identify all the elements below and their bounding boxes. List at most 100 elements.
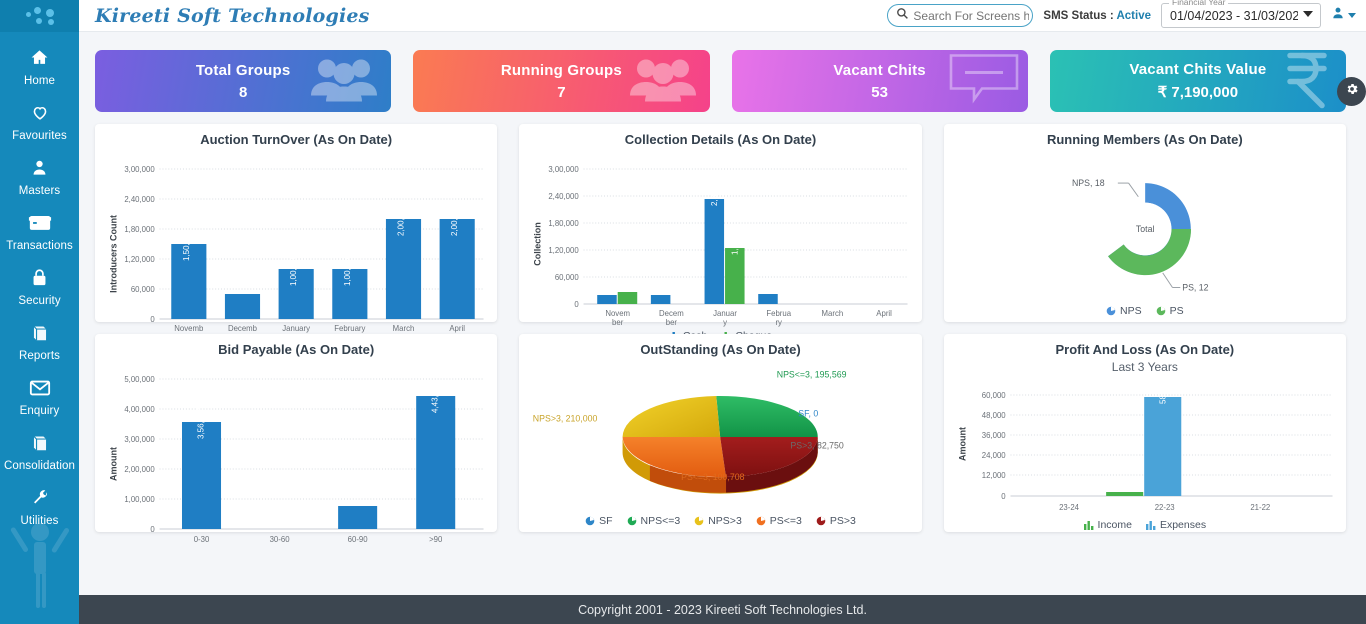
bar-legend-icon	[1146, 521, 1156, 530]
sidebar-item-label: Reports	[19, 350, 60, 362]
legend-item[interactable]: SF	[585, 515, 612, 527]
legend-label: SF	[599, 515, 612, 527]
kpi-card-vacant-chits-value[interactable]: Vacant Chits Value ₹ 7,190,000	[1050, 50, 1346, 112]
pie-annotation: SF, 0	[799, 408, 819, 418]
legend-item[interactable]: PS	[1156, 305, 1184, 317]
settings-gear-button[interactable]	[1337, 77, 1366, 106]
svg-text:0: 0	[1001, 492, 1006, 501]
svg-text:January: January	[282, 324, 310, 333]
chart-title: Collection Details (As On Date)	[525, 132, 915, 147]
svg-text:60,000: 60,000	[555, 273, 579, 282]
pie-annotation: NPS<=3, 195,569	[777, 369, 847, 379]
svg-text:1,23,400: 1,23,400	[731, 223, 740, 255]
legend-label: Expenses	[1160, 519, 1206, 531]
book-icon	[2, 322, 77, 344]
legend-label: PS<=3	[770, 515, 802, 527]
legend-label: PS>3	[830, 515, 856, 527]
sidebar-item-home[interactable]: Home	[0, 40, 79, 95]
sidebar-item-label: Enquiry	[20, 405, 60, 417]
pie-legend-icon	[1106, 306, 1116, 316]
search-input[interactable]	[913, 9, 1029, 23]
sidebar-item-reports[interactable]: Reports	[0, 315, 79, 370]
svg-text:1,00,000: 1,00,000	[289, 254, 298, 286]
svg-text:y: y	[723, 318, 727, 327]
legend-item[interactable]: Income	[1084, 519, 1132, 531]
svg-text:36,000: 36,000	[981, 431, 1005, 440]
app-logo[interactable]	[0, 0, 79, 32]
svg-text:Novemb: Novemb	[174, 324, 204, 333]
sidebar-item-label: Favourites	[12, 130, 67, 142]
legend-item[interactable]: NPS<=3	[627, 515, 681, 527]
user-menu[interactable]	[1331, 6, 1356, 25]
svg-text:0: 0	[150, 525, 155, 534]
svg-text:Novem: Novem	[606, 309, 631, 318]
sidebar-item-favourites[interactable]: Favourites	[0, 95, 79, 150]
sidebar-item-masters[interactable]: Masters	[0, 150, 79, 205]
sidebar-item-enquiry[interactable]: Enquiry	[0, 370, 79, 425]
dots-logo-icon	[23, 7, 57, 25]
legend-label: Income	[1098, 519, 1132, 531]
svg-text:April: April	[877, 309, 893, 318]
svg-text:23-24: 23-24	[1059, 503, 1080, 512]
kpi-card-vacant-chits[interactable]: Vacant Chits 53	[732, 50, 1028, 112]
sidebar-item-label: Consolidation	[4, 460, 75, 472]
chart-row-2: Bid Payable (As On Date) Amount 0 1,00,0…	[79, 322, 1366, 532]
search-box[interactable]	[887, 4, 1033, 27]
sidebar-nav: Home Favourites Masters Transactions	[0, 32, 79, 535]
svg-text:22-23: 22-23	[1154, 503, 1175, 512]
svg-text:3,00,000: 3,00,000	[549, 165, 580, 174]
heart-icon	[2, 102, 77, 124]
chart-title: Bid Payable (As On Date)	[101, 342, 491, 357]
auction-turnover-chart: Introducers Count 0 60,000	[101, 149, 491, 344]
svg-text:58,750: 58,750	[1158, 379, 1167, 404]
svg-text:1,50,000: 1,50,000	[182, 229, 191, 261]
kpi-value: ₹ 7,190,000	[1158, 83, 1238, 101]
svg-text:ber: ber	[666, 318, 678, 327]
home-icon	[2, 47, 77, 69]
kpi-card-running-groups[interactable]: Running Groups 7	[413, 50, 709, 112]
sidebar-item-utilities[interactable]: Utilities	[0, 480, 79, 535]
chart-title: Profit And Loss (As On Date)	[950, 342, 1340, 357]
svg-text:1,00,000: 1,00,000	[343, 254, 352, 286]
pie-legend-icon	[627, 516, 637, 526]
svg-text:1,80,000: 1,80,000	[124, 225, 155, 234]
legend-item[interactable]: NPS	[1106, 305, 1142, 317]
pie-annotation: NPS>3, 210,000	[533, 413, 598, 423]
sms-status: SMS Status : Active	[1043, 10, 1151, 22]
legend-item[interactable]: PS>3	[816, 515, 856, 527]
card-collection-details: Collection Details (As On Date) Collecti…	[519, 124, 921, 322]
sidebar-item-security[interactable]: Security	[0, 260, 79, 315]
sidebar: Home Favourites Masters Transactions	[0, 0, 79, 624]
sms-status-value: Active	[1116, 10, 1151, 22]
svg-text:48,000: 48,000	[981, 411, 1005, 420]
legend-item[interactable]: NPS>3	[694, 515, 742, 527]
svg-text:2,33,200: 2,33,200	[711, 174, 720, 206]
dashboard-app: Home Favourites Masters Transactions	[0, 0, 1366, 624]
legend-item[interactable]: PS<=3	[756, 515, 802, 527]
kpi-card-total-groups[interactable]: Total Groups 8	[95, 50, 391, 112]
pie-legend-icon	[1156, 306, 1166, 316]
chart-legend: Income Expenses	[950, 519, 1340, 531]
legend-item[interactable]: Expenses	[1146, 519, 1206, 531]
sidebar-item-transactions[interactable]: Transactions	[0, 205, 79, 260]
kpi-value: 8	[239, 84, 247, 101]
svg-text:0: 0	[150, 315, 155, 324]
svg-text:60-90: 60-90	[348, 535, 369, 544]
header-right-tools: SMS Status : Active Financial Year 01/04…	[887, 3, 1366, 28]
sidebar-item-consolidation[interactable]: Consolidation	[0, 425, 79, 480]
card-auction-turnover: Auction TurnOver (As On Date) Introducer…	[95, 124, 497, 322]
svg-text:ry: ry	[776, 318, 783, 327]
svg-text:0: 0	[575, 300, 580, 309]
copyright-text: Copyright 2001 - 2023 Kireeti Soft Techn…	[578, 603, 867, 617]
sidebar-item-label: Security	[18, 295, 60, 307]
svg-text:April: April	[449, 324, 465, 333]
gear-icon	[1345, 82, 1359, 101]
bid-payable-chart: Amount 0 1,00,000 2,00,000 3,00,000 4,00…	[101, 359, 491, 550]
user-icon	[2, 157, 77, 179]
svg-text:March: March	[822, 309, 844, 318]
svg-text:3,56,997: 3,56,997	[197, 408, 206, 439]
pie-annotation: PS<=3, 100,708	[681, 472, 744, 482]
svg-text:3,00,000: 3,00,000	[124, 165, 155, 174]
outstanding-chart: NPS<=3, 195,569 SF, 0 PS>3, 82,750 PS<=3…	[525, 359, 915, 527]
y-axis-label: Collection	[533, 222, 543, 265]
